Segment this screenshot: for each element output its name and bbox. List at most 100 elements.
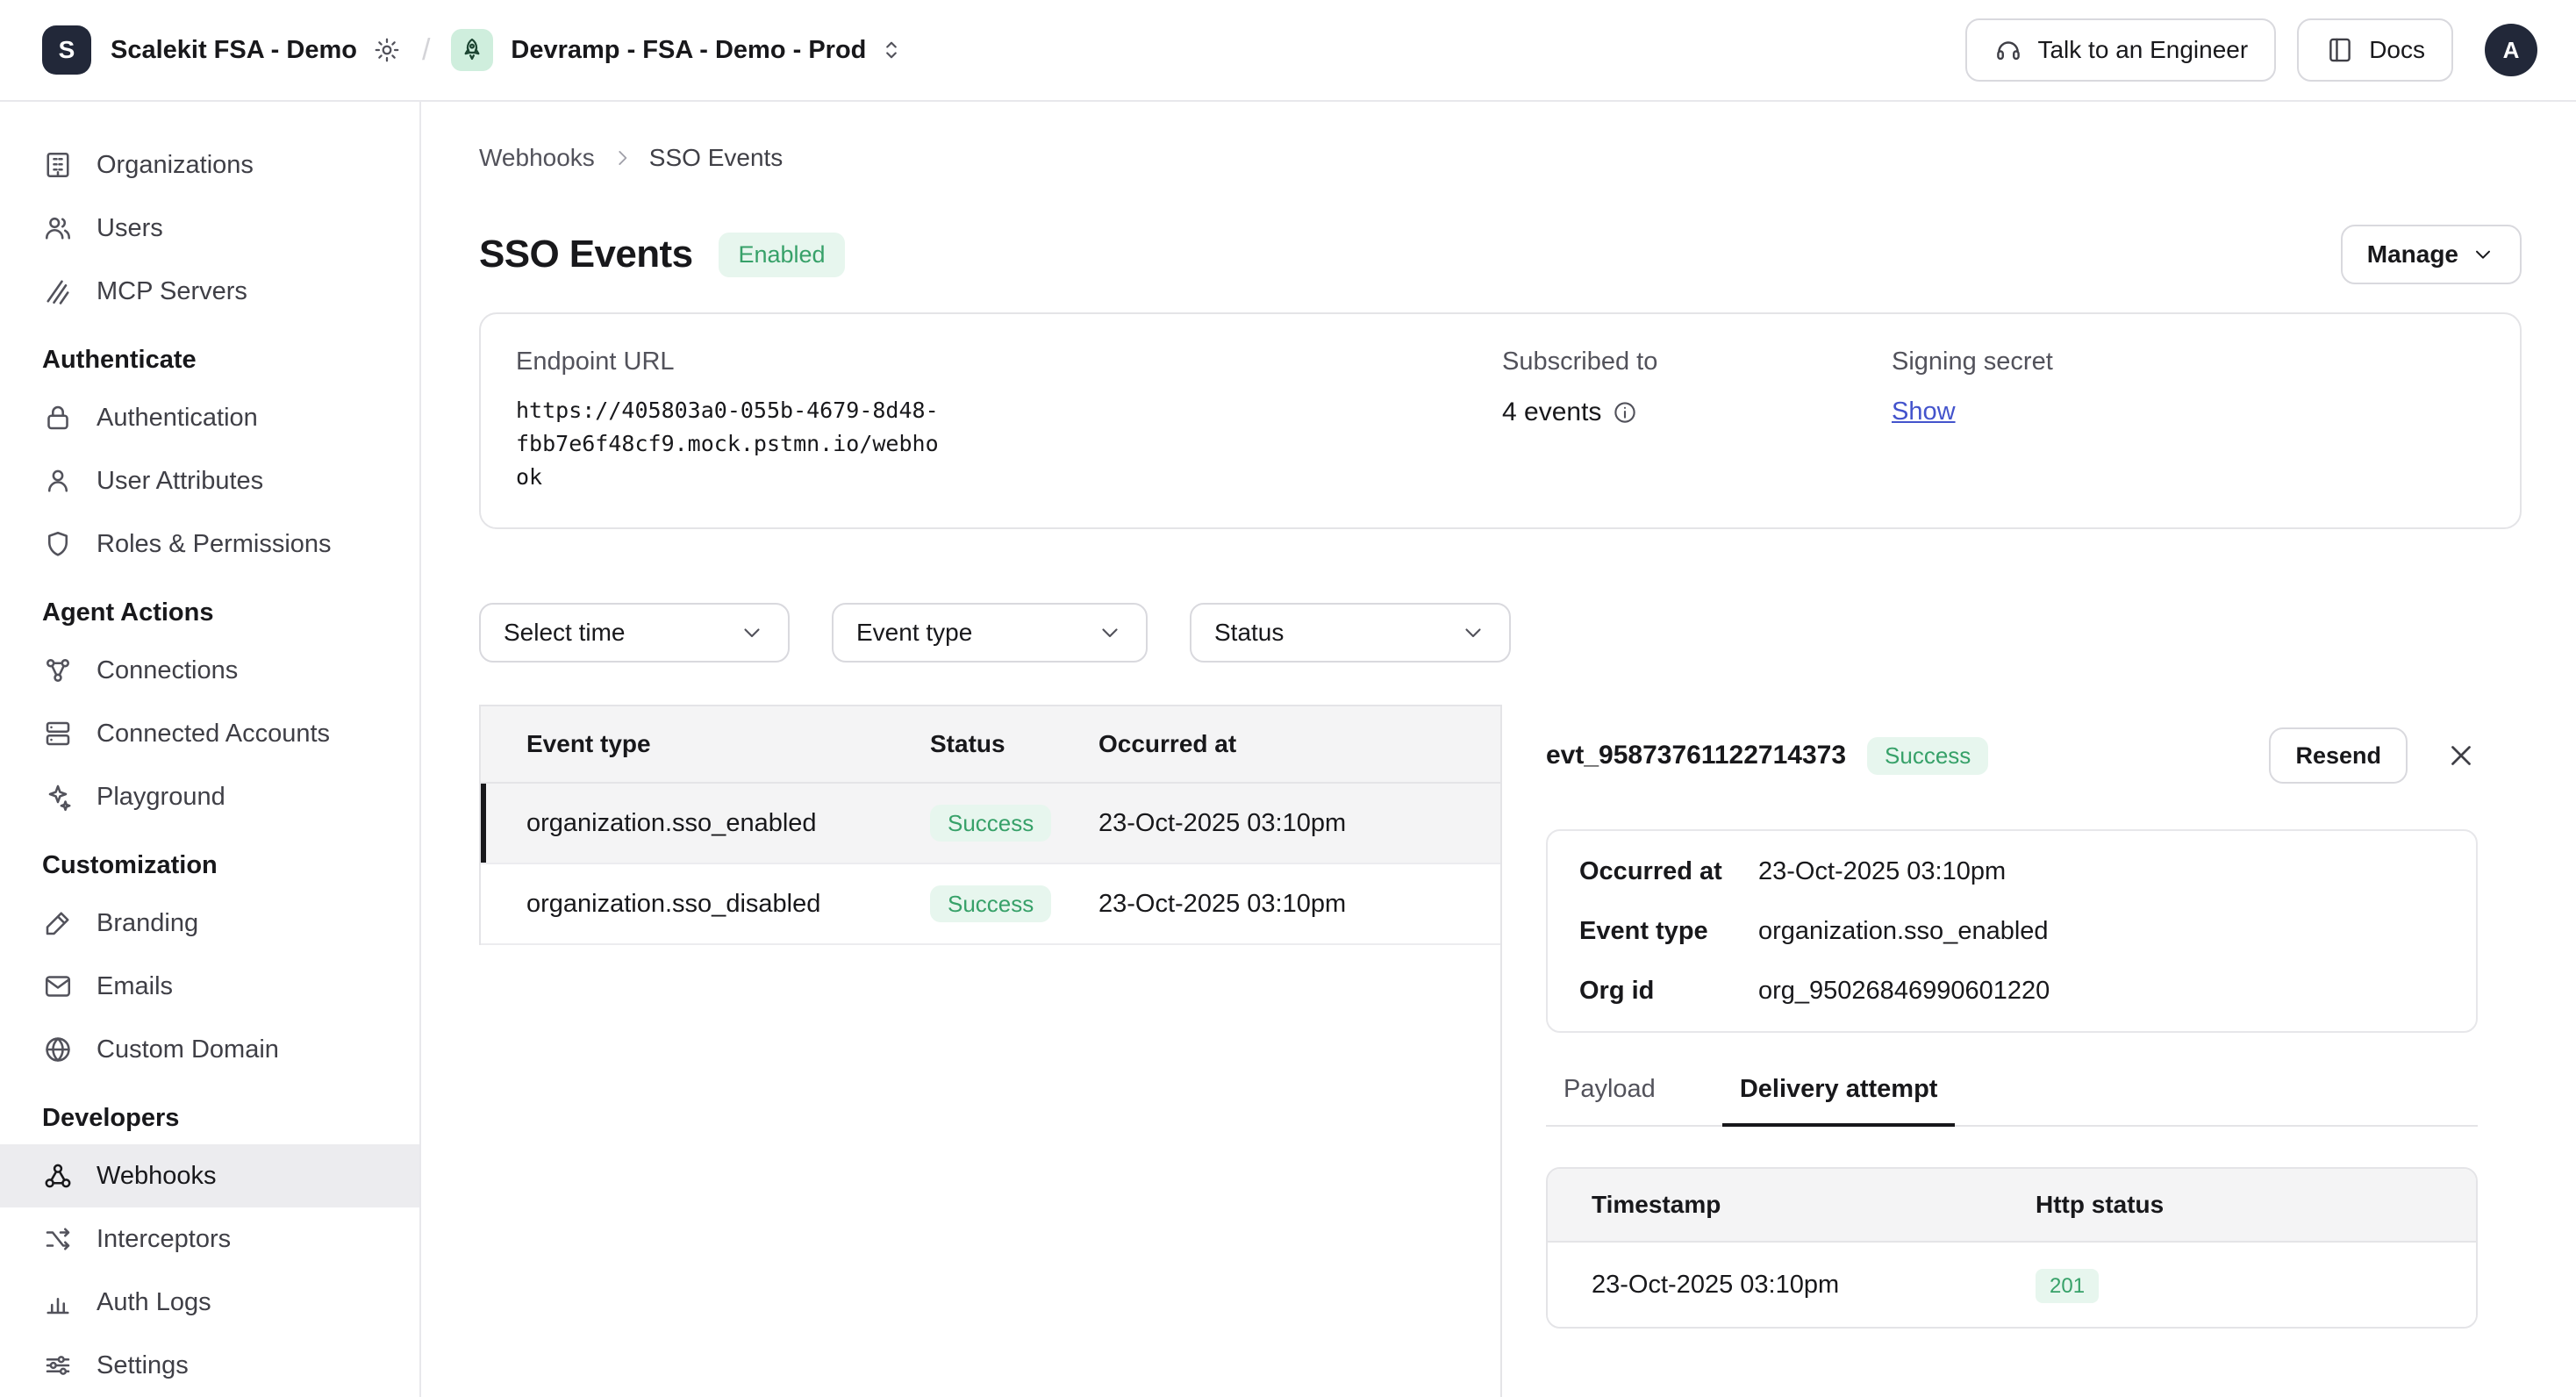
sidebar-item-playground[interactable]: Playground bbox=[0, 765, 419, 828]
docs-button[interactable]: Docs bbox=[2297, 18, 2453, 82]
event-fields-card: Occurred at 23-Oct-2025 03:10pm Event ty… bbox=[1546, 829, 2478, 1033]
stacked-cards-icon bbox=[42, 718, 74, 749]
chevron-down-icon bbox=[1460, 620, 1486, 646]
page-title: SSO Events bbox=[479, 233, 692, 276]
sidebar-item-branding[interactable]: Branding bbox=[0, 892, 419, 955]
sidebar-item-label: Emails bbox=[97, 972, 173, 1001]
chevron-up-down-icon[interactable] bbox=[878, 37, 905, 63]
sidebar-item-label: Auth Logs bbox=[97, 1288, 211, 1317]
sidebar-item-user-attributes[interactable]: User Attributes bbox=[0, 449, 419, 512]
event-type-filter-dropdown[interactable]: Event type bbox=[832, 603, 1148, 663]
chevron-down-icon bbox=[1097, 620, 1123, 646]
route-arrows-icon bbox=[42, 1223, 74, 1255]
lock-icon bbox=[42, 402, 74, 433]
table-row[interactable]: organization.sso_enabled Success 23-Oct-… bbox=[481, 784, 1500, 864]
sidebar-item-organizations[interactable]: Organizations bbox=[0, 133, 419, 197]
docs-label: Docs bbox=[2369, 36, 2425, 64]
event-type-cell: organization.sso_enabled bbox=[481, 809, 930, 838]
sidebar-item-emails[interactable]: Emails bbox=[0, 955, 419, 1018]
sidebar-item-roles-permissions[interactable]: Roles & Permissions bbox=[0, 512, 419, 576]
breadcrumb-webhooks[interactable]: Webhooks bbox=[479, 144, 595, 172]
sidebar-item-label: Custom Domain bbox=[97, 1035, 279, 1064]
paintbrush-icon bbox=[42, 907, 74, 939]
sidebar-item-connected-accounts[interactable]: Connected Accounts bbox=[0, 702, 419, 765]
field-value: 23-Oct-2025 03:10pm bbox=[1758, 857, 2006, 886]
resend-button[interactable]: Resend bbox=[2269, 727, 2408, 784]
attempt-row[interactable]: 23-Oct-2025 03:10pm 201 bbox=[1548, 1243, 2476, 1327]
field-value: org_95026846990601220 bbox=[1758, 977, 2050, 1006]
environment-name[interactable]: Devramp - FSA - Demo - Prod bbox=[511, 36, 866, 65]
timestamp-cell: 23-Oct-2025 03:10pm bbox=[1548, 1271, 2036, 1300]
field-row: Event type organization.sso_enabled bbox=[1548, 901, 2476, 961]
breadcrumb-sso-events[interactable]: SSO Events bbox=[649, 144, 784, 172]
headphones-icon bbox=[1993, 35, 2023, 65]
sidebar-item-label: Playground bbox=[97, 783, 225, 812]
workspace-name[interactable]: Scalekit FSA - Demo bbox=[111, 36, 357, 65]
event-type-cell: organization.sso_disabled bbox=[481, 890, 930, 919]
avatar[interactable]: A bbox=[2485, 24, 2537, 76]
chevron-right-icon bbox=[611, 147, 633, 169]
sidebar-item-label: Authentication bbox=[97, 404, 258, 433]
sidebar-item-label: Users bbox=[97, 214, 163, 243]
scalekit-logo: S bbox=[42, 25, 91, 75]
top-bar: S Scalekit FSA - Demo / Devramp - FSA - … bbox=[0, 0, 2576, 102]
users-icon bbox=[42, 212, 74, 244]
subscribed-count: 4 events bbox=[1502, 398, 1601, 427]
attempts-table-header: Timestamp Http status bbox=[1548, 1169, 2476, 1243]
time-filter-dropdown[interactable]: Select time bbox=[479, 603, 790, 663]
status-filter-dropdown[interactable]: Status bbox=[1190, 603, 1511, 663]
book-icon bbox=[2325, 35, 2355, 65]
bar-chart-icon bbox=[42, 1286, 74, 1318]
event-type-filter-label: Event type bbox=[856, 619, 972, 647]
manage-button[interactable]: Manage bbox=[2341, 225, 2522, 284]
sliders-icon bbox=[42, 1350, 74, 1381]
gear-icon[interactable] bbox=[373, 36, 401, 64]
info-icon[interactable] bbox=[1612, 399, 1638, 426]
subscribed-to-label: Subscribed to bbox=[1502, 347, 1892, 376]
detail-header: evt_95873761122714373 Success Resend bbox=[1546, 726, 2478, 785]
events-split-view: Event type Status Occurred at organizati… bbox=[479, 705, 2522, 1397]
sidebar-item-authentication[interactable]: Authentication bbox=[0, 386, 419, 449]
sidebar-item-label: Roles & Permissions bbox=[97, 530, 332, 559]
sidebar-item-label: MCP Servers bbox=[97, 277, 247, 306]
field-row: Occurred at 23-Oct-2025 03:10pm bbox=[1548, 842, 2476, 901]
tab-payload[interactable]: Payload bbox=[1546, 1075, 1673, 1125]
app: S Scalekit FSA - Demo / Devramp - FSA - … bbox=[0, 0, 2576, 1397]
breadcrumb: Webhooks SSO Events bbox=[479, 144, 2522, 172]
status-filter-label: Status bbox=[1214, 619, 1284, 647]
sidebar-item-label: Branding bbox=[97, 909, 198, 938]
chevron-down-icon bbox=[739, 620, 765, 646]
webhook-icon bbox=[42, 1160, 74, 1192]
show-secret-link[interactable]: Show bbox=[1892, 398, 1956, 426]
sidebar-item-label: Connections bbox=[97, 656, 238, 685]
sidebar-item-interceptors[interactable]: Interceptors bbox=[0, 1207, 419, 1271]
events-table: Event type Status Occurred at organizati… bbox=[479, 705, 1500, 945]
sidebar-item-auth-logs[interactable]: Auth Logs bbox=[0, 1271, 419, 1334]
field-value: organization.sso_enabled bbox=[1758, 917, 2049, 946]
sidebar-item-webhooks[interactable]: Webhooks bbox=[0, 1144, 419, 1207]
status-badge: Success bbox=[1867, 737, 1988, 775]
sidebar-item-connections[interactable]: Connections bbox=[0, 639, 419, 702]
tab-delivery-attempt[interactable]: Delivery attempt bbox=[1722, 1075, 1956, 1125]
close-icon[interactable] bbox=[2444, 739, 2478, 772]
sidebar-item-mcp-servers[interactable]: MCP Servers bbox=[0, 260, 419, 323]
sidebar-item-settings[interactable]: Settings bbox=[0, 1334, 419, 1397]
http-status-badge: 201 bbox=[2036, 1269, 2099, 1303]
filters-row: Select time Event type Status bbox=[479, 603, 2522, 663]
globe-icon bbox=[42, 1034, 74, 1065]
field-label: Event type bbox=[1579, 917, 1758, 946]
enabled-badge: Enabled bbox=[719, 233, 844, 277]
sidebar: Organizations Users MCP Servers Authenti… bbox=[0, 102, 421, 1397]
sidebar-item-custom-domain[interactable]: Custom Domain bbox=[0, 1018, 419, 1081]
talk-to-engineer-button[interactable]: Talk to an Engineer bbox=[1965, 18, 2276, 82]
sidebar-section-customization: Customization bbox=[0, 839, 419, 892]
sidebar-item-users[interactable]: Users bbox=[0, 197, 419, 260]
user-icon bbox=[42, 465, 74, 497]
sidebar-section-authenticate: Authenticate bbox=[0, 333, 419, 386]
nodes-icon bbox=[42, 655, 74, 686]
table-row[interactable]: organization.sso_disabled Success 23-Oct… bbox=[481, 864, 1500, 945]
status-badge: Success bbox=[930, 805, 1051, 842]
endpoint-url-column: Endpoint URL https://405803a0-055b-4679-… bbox=[516, 347, 1502, 494]
detail-tabs: Payload Delivery attempt bbox=[1546, 1075, 2478, 1127]
sidebar-item-label: Organizations bbox=[97, 151, 254, 180]
